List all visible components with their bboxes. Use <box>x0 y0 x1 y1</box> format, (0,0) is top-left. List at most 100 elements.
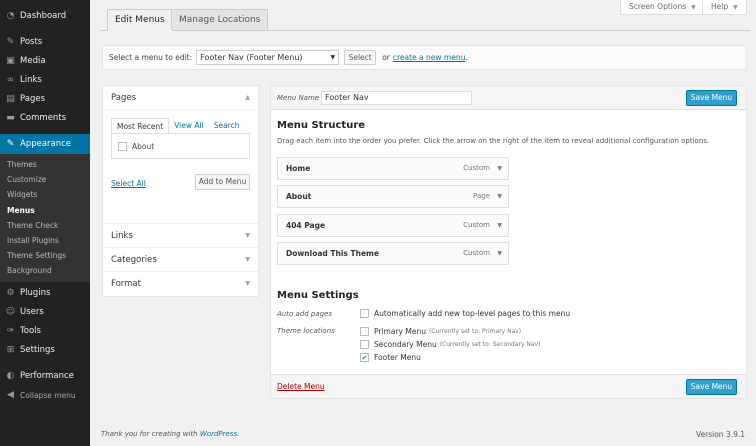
auto-add-checkbox[interactable] <box>360 309 369 318</box>
tab-view-all[interactable]: View All <box>169 118 208 133</box>
chevron-down-icon[interactable]: ▼ <box>497 215 502 236</box>
location-name: Primary Menu <box>374 327 426 336</box>
chevron-down-icon[interactable]: ▼ <box>497 243 502 264</box>
pages-tabs: Most Recent View All Search <box>111 118 250 133</box>
chevron-down-icon[interactable]: ▼ <box>497 158 502 179</box>
menu-item-404[interactable]: 404 Page Custom ▼ <box>277 214 509 237</box>
sidebar-item-label: Plugins <box>20 288 51 298</box>
save-menu-button-top[interactable]: Save Menu <box>686 90 737 106</box>
create-menu-link[interactable]: create a new menu <box>393 53 465 62</box>
submenu-item-themes[interactable]: Themes <box>0 157 90 172</box>
chevron-down-icon: ▼ <box>330 54 336 61</box>
menu-item-title: About <box>286 192 312 201</box>
sidebar-item-links[interactable]: ∞ Links <box>0 70 90 89</box>
sidebar-item-performance[interactable]: ◐ Performance <box>0 367 90 386</box>
help-label: Help <box>711 2 729 11</box>
submenu-item-menus[interactable]: Menus <box>0 203 90 218</box>
location-footer[interactable]: ✔ Footer Menu <box>360 353 421 362</box>
sidebar-item-label: Settings <box>20 345 55 355</box>
menu-name-input[interactable]: Footer Nav <box>321 91 472 105</box>
main-content: Screen Options ▼ Help ▼ Edit Menus Manage … <box>90 0 756 446</box>
sidebar-item-dashboard[interactable]: ◔ Dashboard <box>0 6 90 25</box>
menu-settings-title: Menu Settings <box>277 290 359 301</box>
help-button[interactable]: Help ▼ <box>702 0 747 15</box>
location-secondary[interactable]: Secondary Menu (Currently set to: Seconda… <box>360 340 540 349</box>
menu-item-title: Download This Theme <box>286 249 379 258</box>
sidebar-item-tools[interactable]: ✑ Tools <box>0 322 90 341</box>
select-menu-label: Select a menu to edit: <box>109 53 193 62</box>
select-all-link[interactable]: Select All <box>111 179 146 188</box>
footer-thanks-text: Thank you for creating with <box>101 430 198 438</box>
submenu-item-install-plugins[interactable]: Install Plugins <box>0 233 90 248</box>
primary-menu-checkbox[interactable] <box>360 327 369 336</box>
select-button[interactable]: Select <box>344 50 377 65</box>
footer-menu-checkbox[interactable]: ✔ <box>360 353 369 362</box>
accordion-categories-header[interactable]: Categories ▼ <box>103 248 258 272</box>
sidebar-item-label: Tools <box>20 326 41 336</box>
sidebar-item-label: Users <box>20 307 44 317</box>
location-name: Secondary Menu <box>374 340 437 349</box>
menu-item-title: 404 Page <box>286 221 326 230</box>
menu-header: Menu Name Footer Nav Save Menu <box>271 86 746 110</box>
collapse-icon: ◀ <box>7 390 14 400</box>
auto-add-option[interactable]: Automatically add new top-level pages to… <box>360 309 570 318</box>
add-to-menu-button[interactable]: Add to Menu <box>195 174 250 190</box>
accordion-links-title: Links <box>111 231 133 241</box>
page-item-label: About <box>132 141 155 151</box>
screen-options-button[interactable]: Screen Options ▼ <box>620 0 705 15</box>
sidebar-item-plugins[interactable]: ⚙ Plugins <box>0 284 90 303</box>
admin-sidebar: ◔ Dashboard ✎ Posts ▣ Media ∞ Links ▤ Pages ▬… <box>0 0 90 446</box>
location-note: (Currently set to: Secondary Nav) <box>439 341 541 348</box>
tab-manage-locations[interactable]: Manage Locations <box>171 9 269 30</box>
menu-item-home[interactable]: Home Custom ▼ <box>277 157 509 180</box>
plugin-icon: ⚙ <box>6 288 15 298</box>
period-text: . <box>465 53 468 62</box>
auto-add-option-label: Automatically add new top-level pages to… <box>374 309 571 318</box>
menu-item-about[interactable]: About Page ▼ <box>277 185 509 208</box>
sidebar-item-posts[interactable]: ✎ Posts <box>0 32 90 51</box>
sidebar-item-appearance[interactable]: ✎ Appearance <box>0 134 90 154</box>
menu-item-download[interactable]: Download This Theme Custom ▼ <box>277 242 509 265</box>
most-recent-list: About <box>111 133 250 159</box>
location-name: Footer Menu <box>374 353 421 362</box>
accordion-pages-title: Pages <box>111 93 137 103</box>
save-menu-button-bottom[interactable]: Save Menu <box>686 379 737 395</box>
location-primary[interactable]: Primary Menu (Currently set to: Primary N… <box>360 327 521 336</box>
performance-icon: ◐ <box>6 371 15 381</box>
chevron-down-icon[interactable]: ▼ <box>497 186 502 207</box>
settings-icon: ⊞ <box>6 345 15 355</box>
menu-edit-panel: Menu Name Footer Nav Save Menu Menu Stru… <box>270 85 747 399</box>
submenu-item-background[interactable]: Background <box>0 263 90 278</box>
secondary-menu-checkbox[interactable] <box>360 340 369 349</box>
menu-item-type: Page <box>473 192 490 200</box>
theme-locations-label: Theme locations <box>277 327 335 335</box>
sidebar-item-pages[interactable]: ▤ Pages <box>0 89 90 108</box>
submenu-item-customize[interactable]: Customize <box>0 172 90 187</box>
menu-select-dropdown[interactable]: Footer Nav (Footer Menu) ▼ <box>196 50 340 65</box>
tab-edit-menus[interactable]: Edit Menus <box>107 9 173 31</box>
accordion-format-header[interactable]: Format ▼ <box>103 272 258 296</box>
sidebar-item-comments[interactable]: ▬ Comments <box>0 108 90 127</box>
menu-structure-title: Menu Structure <box>277 120 366 131</box>
appearance-submenu: Themes Customize Widgets Menus Theme Che… <box>0 154 90 282</box>
tab-most-recent[interactable]: Most Recent <box>111 118 170 133</box>
sidebar-item-users[interactable]: ☺ Users <box>0 303 90 322</box>
collapse-menu-button[interactable]: ◀ Collapse menu <box>0 386 90 405</box>
wordpress-link[interactable]: WordPress <box>200 430 237 438</box>
accordion-links-header[interactable]: Links ▼ <box>103 224 258 248</box>
submenu-item-theme-settings[interactable]: Theme Settings <box>0 248 90 263</box>
footer-thanks: Thank you for creating with WordPress. <box>101 430 239 438</box>
menu-name-label: Menu Name <box>277 94 320 102</box>
dashboard-icon: ◔ <box>6 10 15 21</box>
delete-menu-link[interactable]: Delete Menu <box>277 382 325 391</box>
sidebar-item-label: Dashboard <box>20 10 67 21</box>
sidebar-item-media[interactable]: ▣ Media <box>0 51 90 70</box>
checkmark-icon: ✔ <box>361 353 368 362</box>
accordion-pages-header[interactable]: Pages ▲ <box>103 86 258 110</box>
submenu-item-theme-check[interactable]: Theme Check <box>0 218 90 233</box>
page-checkbox-about[interactable] <box>118 141 127 151</box>
accordion-format-title: Format <box>111 279 141 289</box>
submenu-item-widgets[interactable]: Widgets <box>0 187 90 202</box>
tab-search[interactable]: Search <box>209 118 245 133</box>
sidebar-item-settings[interactable]: ⊞ Settings <box>0 341 90 360</box>
